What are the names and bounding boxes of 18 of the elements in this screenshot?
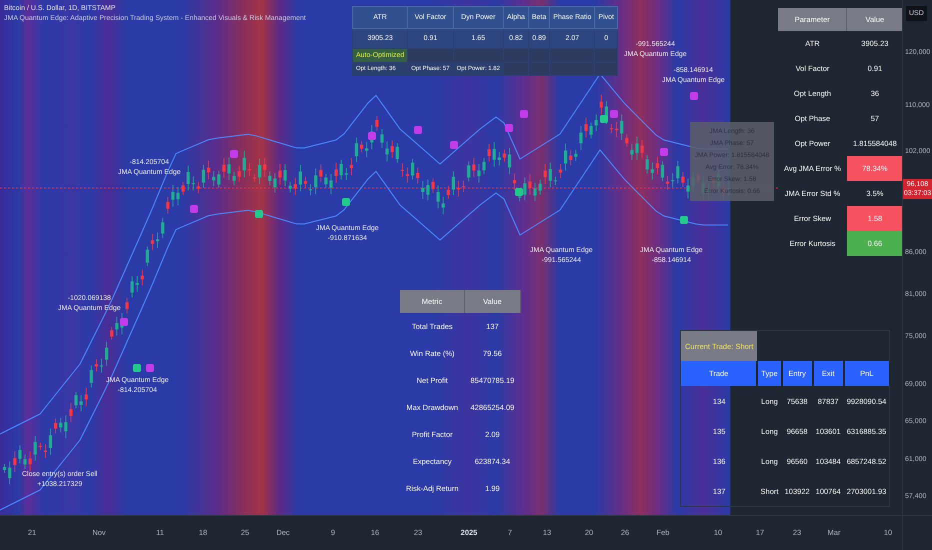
buy-marker: [515, 188, 523, 196]
buy-marker: [255, 210, 263, 218]
sell-marker: [660, 148, 668, 156]
sell-marker: [414, 126, 422, 134]
sell-marker: [230, 150, 238, 158]
sell-marker: [690, 92, 698, 100]
sell-marker: [450, 141, 458, 149]
buy-marker: [600, 115, 608, 123]
sell-marker: [190, 205, 198, 213]
sell-marker: [120, 318, 128, 326]
buy-marker: [133, 364, 141, 372]
buy-marker: [342, 198, 350, 206]
buy-marker: [680, 216, 688, 224]
sell-marker: [610, 110, 618, 118]
sell-marker: [520, 110, 528, 118]
sell-marker: [146, 364, 154, 372]
sell-marker: [368, 132, 376, 140]
sell-marker: [505, 124, 513, 132]
